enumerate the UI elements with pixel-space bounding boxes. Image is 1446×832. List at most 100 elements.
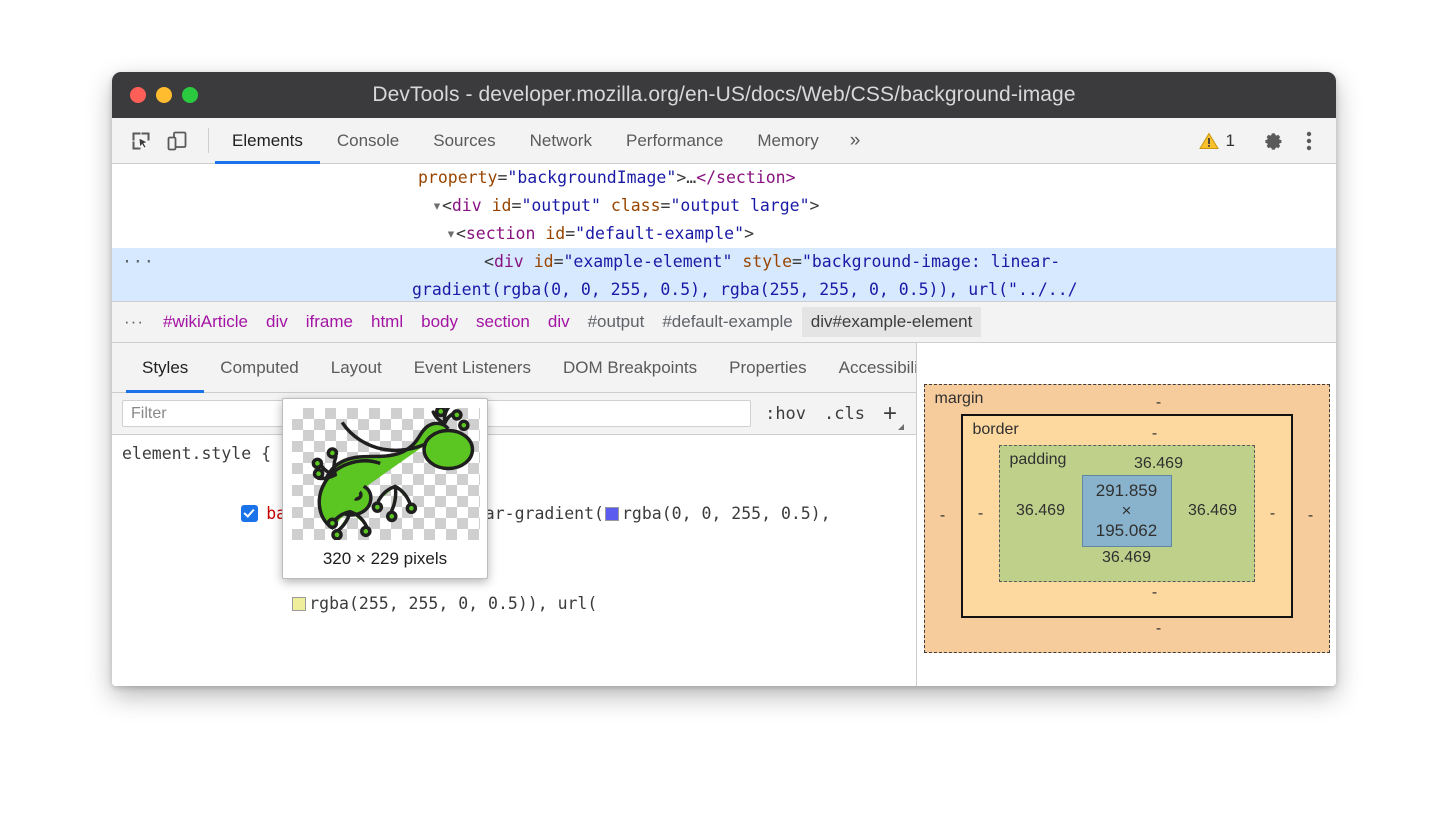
- hov-button[interactable]: :hov: [761, 404, 810, 424]
- breadcrumb-item[interactable]: html: [362, 307, 412, 337]
- dom-token-punct: >: [744, 224, 754, 243]
- border-left-value[interactable]: -: [973, 505, 989, 523]
- device-toolbar-icon[interactable]: [162, 126, 192, 156]
- style-rule-element-style: element.style { background-image: linear…: [112, 435, 916, 686]
- color-swatch-yellow[interactable]: [292, 597, 306, 611]
- dom-tree-line[interactable]: ···<div id="example-element" style="back…: [112, 248, 1336, 276]
- declaration-checkbox[interactable]: [241, 505, 258, 522]
- dom-tree-line[interactable]: gradient(rgba(0, 0, 255, 0.5), rgba(255,…: [112, 276, 1336, 301]
- box-model-content[interactable]: 291.859 × 195.062: [1082, 475, 1172, 547]
- sidebar-tab-properties-label: Properties: [729, 358, 806, 378]
- warning-triangle-icon: [1199, 132, 1219, 150]
- tab-sources[interactable]: Sources: [416, 118, 512, 163]
- box-model-border[interactable]: border - - padding 36.469: [961, 414, 1293, 618]
- maximize-button[interactable]: [182, 87, 198, 103]
- dom-token-attr: style: [742, 252, 792, 271]
- padding-right-value[interactable]: 36.469: [1182, 502, 1244, 520]
- breadcrumb-item[interactable]: #default-example: [653, 307, 801, 337]
- declaration-value-line-2: rgba(255, 255, 0, 0.5)), url(: [112, 559, 916, 649]
- kebab-menu-icon[interactable]: [1294, 126, 1324, 156]
- box-model-border-label: border: [973, 421, 1019, 439]
- tab-performance[interactable]: Performance: [609, 118, 740, 163]
- minimize-button[interactable]: [156, 87, 172, 103]
- sidebar-tab-event-listeners[interactable]: Event Listeners: [398, 343, 547, 392]
- box-model-padding[interactable]: padding 36.469 36.469 291.859 × 195.062 …: [999, 445, 1255, 582]
- box-model-diagram[interactable]: margin - - border - -: [924, 384, 1330, 653]
- breadcrumb-item[interactable]: section: [467, 307, 539, 337]
- color-swatch-blue[interactable]: [605, 507, 619, 521]
- more-tabs-icon[interactable]: »: [836, 118, 875, 163]
- tab-memory[interactable]: Memory: [740, 118, 835, 163]
- dom-token-punct: <: [456, 224, 466, 243]
- chevron-corner-icon: [898, 424, 904, 430]
- dom-token-punct: >: [810, 196, 820, 215]
- sidebar-tab-dom-breakpoints-label: DOM Breakpoints: [563, 358, 697, 378]
- breadcrumb-overflow[interactable]: ···: [124, 312, 144, 332]
- box-model-padding-label: padding: [1010, 451, 1067, 469]
- dom-token-val: "backgroundImage": [507, 168, 676, 187]
- panel-tabs: Elements Console Sources Network Perform…: [215, 118, 874, 163]
- dom-token-attr: id: [545, 224, 565, 243]
- breadcrumb-item[interactable]: div#example-element: [802, 307, 982, 337]
- window-titlebar: DevTools - developer.mozilla.org/en-US/d…: [112, 72, 1336, 118]
- sidebar-tab-layout[interactable]: Layout: [315, 343, 398, 392]
- padding-left-value[interactable]: 36.469: [1010, 502, 1072, 520]
- margin-left-value[interactable]: -: [935, 507, 951, 525]
- dom-tree-line[interactable]: ▾<div id="output" class="output large">: [112, 192, 1336, 220]
- dom-token-punct: [535, 224, 545, 243]
- cls-button[interactable]: .cls: [820, 404, 869, 424]
- dom-token-punct: [601, 196, 611, 215]
- sidebar-tab-layout-label: Layout: [331, 358, 382, 378]
- sidebar-tab-accessibility[interactable]: Accessibility: [823, 343, 917, 392]
- dom-tree[interactable]: property="backgroundImage">…</section>▾<…: [112, 164, 1336, 301]
- box-model-margin[interactable]: margin - - border - -: [924, 384, 1330, 653]
- dom-token-attr: id: [534, 252, 554, 271]
- dom-row-actions-icon[interactable]: ···: [122, 248, 155, 276]
- inspect-element-icon[interactable]: [126, 126, 156, 156]
- rule-selector[interactable]: element.style {: [122, 439, 271, 469]
- breadcrumb-item[interactable]: #wikiArticle: [154, 307, 257, 337]
- warning-count: 1: [1226, 131, 1235, 151]
- margin-right-value[interactable]: -: [1303, 507, 1319, 525]
- declaration-value-part-3[interactable]: rgba(255, 255, 0, 0.5)), url(: [309, 594, 597, 613]
- gear-icon[interactable]: [1258, 126, 1288, 156]
- lizard-png-link[interactable]: ../../media/examples/lizard.png: [309, 684, 617, 686]
- new-style-rule-button[interactable]: +: [879, 402, 906, 426]
- border-bottom-value[interactable]: -: [973, 582, 1281, 604]
- lizard-image-preview: [292, 408, 480, 540]
- sidebar-tab-styles[interactable]: Styles: [126, 343, 204, 392]
- tab-network-label: Network: [530, 131, 592, 151]
- tab-console[interactable]: Console: [320, 118, 416, 163]
- dom-token-punct: =: [661, 196, 671, 215]
- breadcrumb-item[interactable]: iframe: [297, 307, 362, 337]
- sidebar-tab-properties[interactable]: Properties: [713, 343, 822, 392]
- more-tabs-label: »: [850, 130, 861, 152]
- declaration-value-part-2[interactable]: rgba(0, 0, 255, 0.5),: [622, 504, 831, 523]
- border-mid-row: - padding 36.469 36.469 291.859 × 195.06…: [973, 445, 1281, 582]
- margin-top-value[interactable]: -: [935, 392, 1319, 414]
- tab-elements[interactable]: Elements: [215, 118, 320, 163]
- dom-token-attr: class: [611, 196, 661, 215]
- breadcrumb-item[interactable]: div: [539, 307, 579, 337]
- sidebar-tabs: Styles Computed Layout Event Listeners D…: [112, 343, 916, 393]
- image-preview-tooltip: 320 × 229 pixels: [282, 398, 488, 579]
- dom-token-tag: div: [494, 252, 524, 271]
- breadcrumb-item[interactable]: #output: [579, 307, 654, 337]
- border-right-value[interactable]: -: [1265, 505, 1281, 523]
- dom-tree-line[interactable]: property="backgroundImage">…</section>: [112, 164, 1336, 192]
- close-button[interactable]: [130, 87, 146, 103]
- breadcrumb-item[interactable]: div: [257, 307, 297, 337]
- margin-mid-row: - border - - padding: [935, 414, 1319, 618]
- dom-token-val: "output large": [670, 196, 809, 215]
- dom-token-val: "default-example": [575, 224, 744, 243]
- lizard-icon: [292, 408, 480, 540]
- padding-bottom-value[interactable]: 36.469: [1010, 547, 1244, 569]
- tab-network[interactable]: Network: [513, 118, 609, 163]
- warning-indicator[interactable]: 1: [1193, 131, 1241, 151]
- sidebar-tab-dom-breakpoints[interactable]: DOM Breakpoints: [547, 343, 713, 392]
- breadcrumb-item[interactable]: body: [412, 307, 467, 337]
- dom-token-arrow: ▾: [432, 196, 442, 215]
- sidebar-tab-computed[interactable]: Computed: [204, 343, 314, 392]
- dom-tree-line[interactable]: ▾<section id="default-example">: [112, 220, 1336, 248]
- margin-bottom-value[interactable]: -: [935, 618, 1319, 640]
